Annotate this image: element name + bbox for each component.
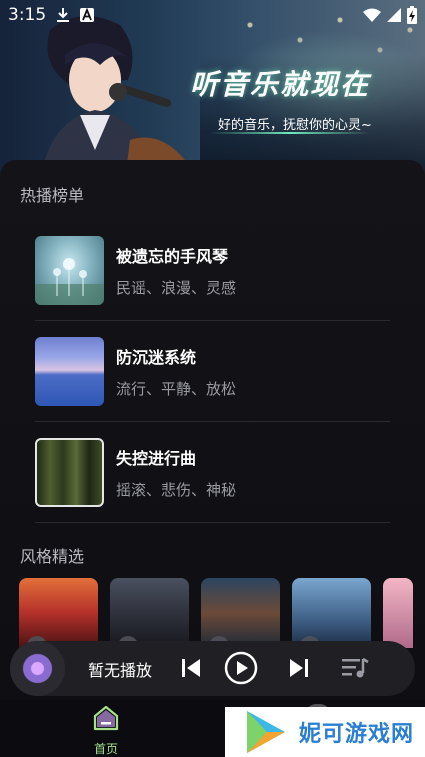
album-disc-icon[interactable]	[10, 641, 65, 696]
signal-icon	[387, 8, 401, 22]
style-card[interactable]	[110, 578, 189, 648]
song-title: 防沉迷系统	[116, 347, 197, 367]
next-icon	[290, 659, 308, 677]
download-icon	[57, 8, 70, 22]
watermark-logo-icon	[247, 711, 285, 753]
watermark-text: 妮可游戏网	[299, 722, 415, 747]
a-badge-icon	[80, 8, 95, 22]
watermark: 妮可游戏网	[225, 707, 425, 757]
prev-button[interactable]	[174, 651, 208, 685]
playlist-icon	[342, 657, 369, 678]
banner-title: 听音乐就现在	[190, 68, 371, 101]
song-cover	[35, 235, 104, 305]
style-carousel[interactable]	[19, 578, 425, 648]
style-card[interactable]	[383, 578, 413, 648]
list-item[interactable]: 防沉迷系统 流行、平静、放松	[35, 321, 390, 422]
battery-charging-icon	[407, 6, 417, 24]
prev-icon	[182, 659, 200, 677]
play-icon	[224, 651, 258, 685]
style-card[interactable]	[19, 578, 98, 648]
song-tags: 摇滚、悲伤、神秘	[116, 480, 237, 499]
home-icon	[93, 705, 119, 731]
banner-subtitle: 好的音乐，抚慰你的心灵~	[218, 118, 372, 133]
next-button[interactable]	[282, 651, 316, 685]
song-tags: 民谣、浪漫、灵感	[116, 278, 237, 297]
status-bar: 3:15	[0, 0, 425, 30]
hot-list: 被遗忘的手风琴 民谣、浪漫、灵感 防沉迷系统 流行、平静、放松 失控进行曲 摇滚…	[35, 220, 390, 523]
banner-singer-illustration	[41, 16, 185, 175]
list-item[interactable]: 被遗忘的手风琴 民谣、浪漫、灵感	[35, 220, 390, 321]
nav-home-label: 首页	[93, 742, 118, 756]
mini-player[interactable]: 暂无播放	[10, 641, 415, 696]
status-time: 3:15	[8, 5, 47, 25]
style-card[interactable]	[292, 578, 371, 648]
list-item[interactable]: 失控进行曲 摇滚、悲伤、神秘	[35, 422, 390, 523]
player-status: 暂无播放	[88, 661, 153, 680]
song-tags: 流行、平静、放松	[116, 379, 237, 398]
hot-section-title: 热播榜单	[20, 186, 85, 205]
style-card[interactable]	[201, 578, 280, 648]
playlist-button[interactable]	[338, 651, 372, 685]
song-cover	[35, 336, 104, 406]
play-button[interactable]	[224, 651, 258, 685]
song-title: 被遗忘的手风琴	[116, 246, 229, 266]
wifi-icon	[363, 8, 381, 22]
banner-underline	[210, 132, 370, 134]
nav-home[interactable]: 首页	[86, 704, 126, 757]
song-title: 失控进行曲	[116, 448, 197, 468]
style-section-title: 风格精选	[20, 547, 85, 566]
song-cover	[35, 437, 104, 507]
dandelion-illustration	[35, 257, 104, 305]
